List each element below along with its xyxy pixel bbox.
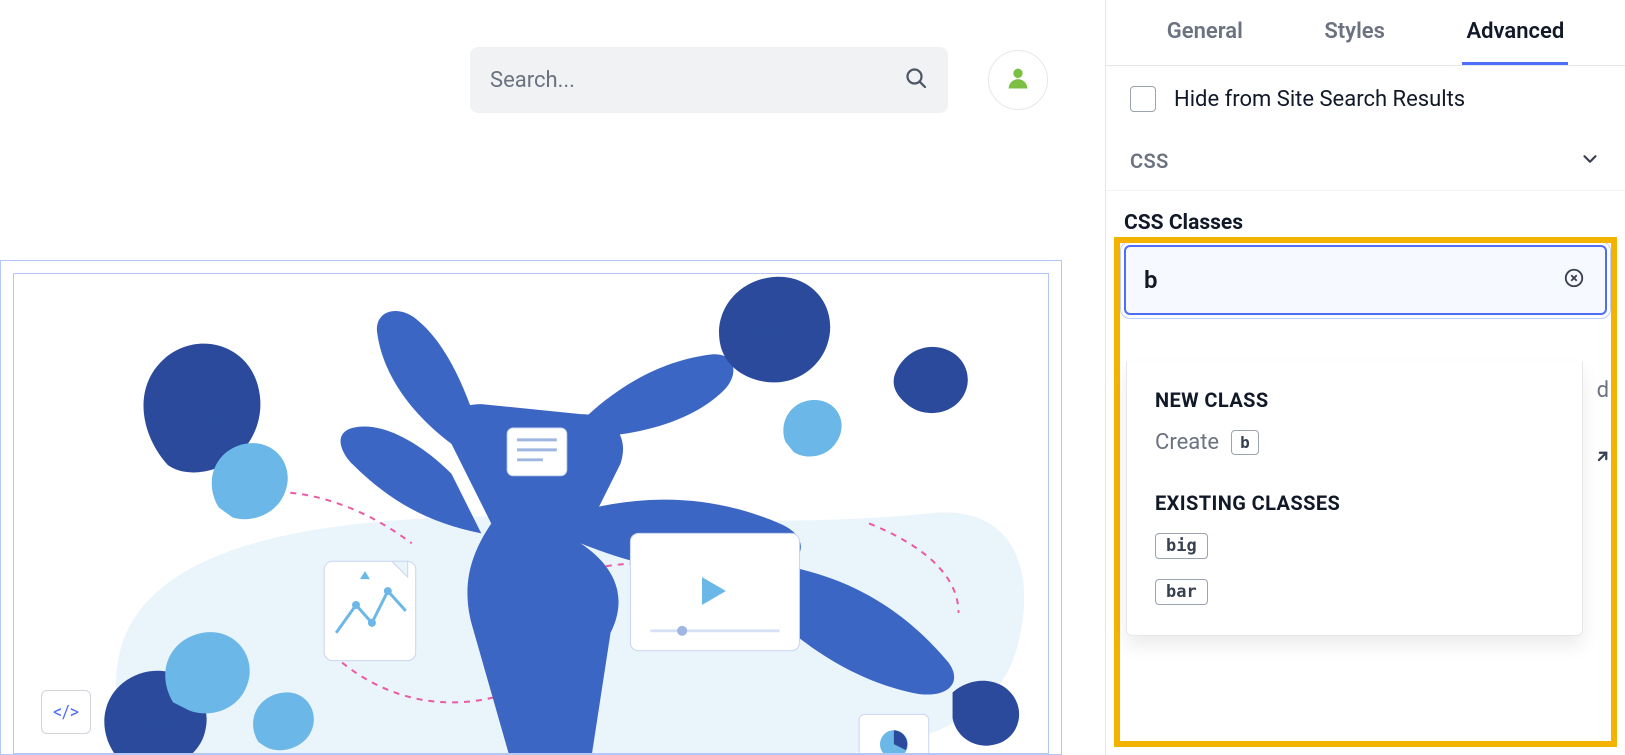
close-circle-icon (1563, 267, 1585, 293)
search-input[interactable] (490, 68, 904, 93)
truncated-text: d (1597, 378, 1609, 403)
tab-general[interactable]: General (1163, 0, 1247, 65)
existing-class-option[interactable]: big (1155, 533, 1208, 559)
panel-tabs: General Styles Advanced (1106, 0, 1625, 66)
css-classes-input-wrap[interactable] (1124, 245, 1607, 315)
topbar (0, 40, 1105, 120)
css-section-header[interactable]: CSS (1106, 132, 1625, 191)
css-section-label: CSS (1130, 149, 1169, 173)
search-box[interactable] (470, 47, 948, 113)
chevron-down-icon (1579, 148, 1601, 174)
clear-input-button[interactable] (1561, 267, 1587, 293)
hide-from-search-row[interactable]: Hide from Site Search Results (1106, 66, 1625, 132)
code-badge[interactable]: </> (41, 690, 91, 734)
expand-icon[interactable] (1587, 450, 1609, 478)
properties-panel: General Styles Advanced Hide from Site S… (1105, 0, 1625, 755)
user-icon (1004, 64, 1032, 96)
existing-classes-list: big bar (1155, 533, 1554, 605)
css-classes-block: CSS Classes (1106, 191, 1625, 315)
create-class-option[interactable]: Create b (1155, 430, 1554, 455)
tab-styles[interactable]: Styles (1320, 0, 1389, 65)
canvas-selection-inner[interactable] (13, 273, 1049, 754)
hide-from-search-label: Hide from Site Search Results (1174, 87, 1465, 112)
hero-illustration (14, 274, 1048, 753)
css-classes-input[interactable] (1144, 266, 1561, 294)
main-canvas-area: </> (0, 0, 1105, 755)
hide-from-search-checkbox[interactable] (1130, 86, 1156, 112)
tab-advanced[interactable]: Advanced (1462, 0, 1568, 65)
user-avatar-button[interactable] (988, 50, 1048, 110)
create-label: Create (1155, 430, 1219, 455)
create-class-chip: b (1231, 430, 1259, 455)
css-classes-title: CSS Classes (1124, 211, 1607, 235)
search-icon (904, 66, 928, 94)
canvas-selection-outer[interactable]: </> (0, 260, 1062, 755)
existing-classes-heading: EXISTING CLASSES (1155, 491, 1554, 515)
new-class-heading: NEW CLASS (1155, 388, 1554, 412)
existing-class-option[interactable]: bar (1155, 579, 1208, 605)
css-classes-dropdown: NEW CLASS Create b EXISTING CLASSES big … (1126, 362, 1583, 636)
code-icon: </> (53, 702, 79, 723)
